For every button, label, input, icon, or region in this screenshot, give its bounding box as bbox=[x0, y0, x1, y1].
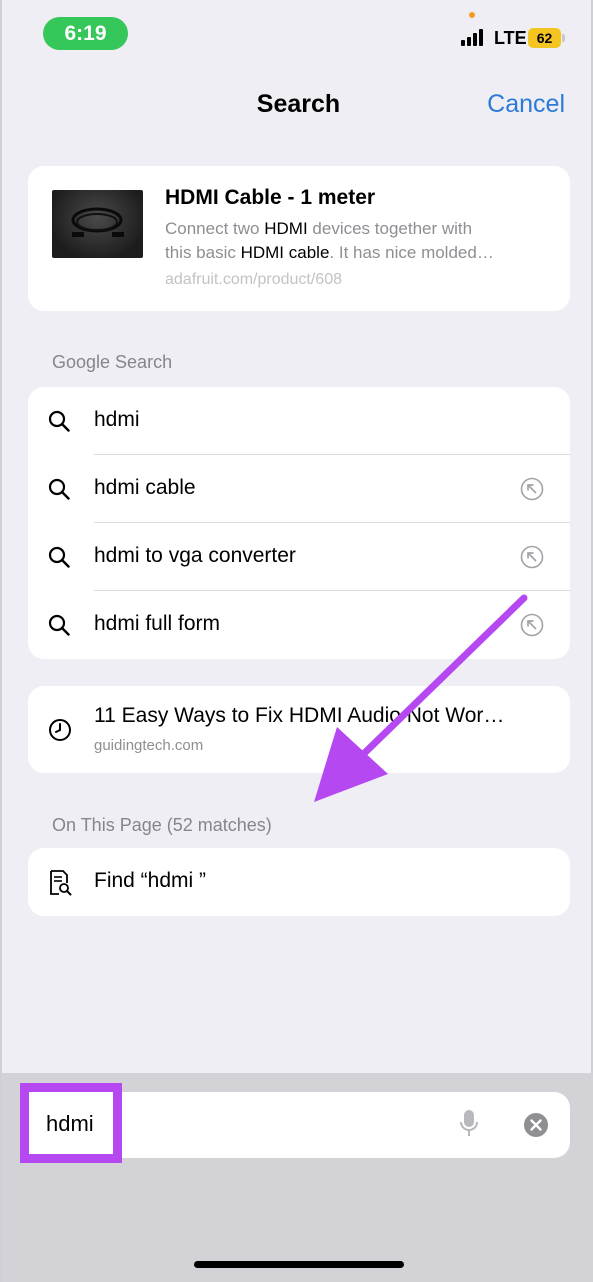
google-search-section-label: Google Search bbox=[52, 352, 173, 372]
suggestion-item[interactable]: hdmi to vga converter bbox=[28, 523, 570, 591]
cancel-button[interactable]: Cancel bbox=[487, 90, 565, 119]
privacy-indicator-dot bbox=[469, 12, 475, 18]
top-hit-url: adafruit.com/product/608 bbox=[165, 271, 342, 288]
search-icon bbox=[48, 546, 70, 568]
history-item[interactable]: 11 Easy Ways to Fix HDMI Audio Not Wor… … bbox=[28, 686, 570, 773]
suggestion-label: hdmi full form bbox=[94, 612, 221, 635]
status-time: 6:19 bbox=[43, 17, 128, 50]
top-hit-title: HDMI Cable - 1 meter bbox=[165, 186, 376, 209]
find-on-page-item[interactable]: Find “hdmi ” bbox=[28, 848, 570, 916]
top-hit-description: Connect two HDMI devices together with t… bbox=[165, 219, 494, 262]
search-icon bbox=[48, 478, 70, 500]
history-item-title: 11 Easy Ways to Fix HDMI Audio Not Wor… bbox=[94, 704, 505, 727]
cellular-signal-icon bbox=[461, 29, 483, 46]
suggestion-label: hdmi bbox=[94, 408, 140, 431]
clock-icon bbox=[49, 719, 71, 741]
top-hit-card[interactable]: HDMI Cable - 1 meter Connect two HDMI de… bbox=[28, 166, 570, 311]
status-bar: 6:19 LTE 62 bbox=[2, 0, 593, 60]
on-this-page-section-label: On This Page (52 matches) bbox=[52, 815, 272, 835]
suggestion-item[interactable]: hdmi full form bbox=[28, 591, 570, 659]
battery-icon: 62 bbox=[528, 28, 561, 48]
fill-suggestion-arrow-icon[interactable] bbox=[520, 545, 544, 569]
find-in-page-icon bbox=[50, 870, 72, 896]
suggestion-label: hdmi to vga converter bbox=[94, 544, 296, 567]
suggestion-item[interactable]: hdmi bbox=[28, 387, 570, 455]
suggestion-item[interactable]: hdmi cable bbox=[28, 455, 570, 523]
google-suggestions-list: hdmi hdmi cable hdmi to vga converter hd… bbox=[28, 387, 570, 659]
fill-suggestion-arrow-icon[interactable] bbox=[520, 613, 544, 637]
search-input-value[interactable]: hdmi bbox=[46, 1111, 94, 1137]
home-indicator bbox=[194, 1261, 404, 1268]
find-on-page-label: Find “hdmi ” bbox=[94, 869, 207, 892]
product-thumbnail bbox=[52, 190, 143, 258]
search-icon bbox=[48, 614, 70, 636]
suggestion-label: hdmi cable bbox=[94, 476, 196, 499]
search-icon bbox=[48, 410, 70, 432]
network-type: LTE bbox=[494, 28, 527, 48]
clear-text-icon[interactable] bbox=[523, 1112, 549, 1138]
microphone-icon[interactable] bbox=[459, 1109, 479, 1139]
history-item-site: guidingtech.com bbox=[94, 737, 204, 754]
battery-tip bbox=[562, 34, 565, 42]
fill-suggestion-arrow-icon[interactable] bbox=[520, 477, 544, 501]
